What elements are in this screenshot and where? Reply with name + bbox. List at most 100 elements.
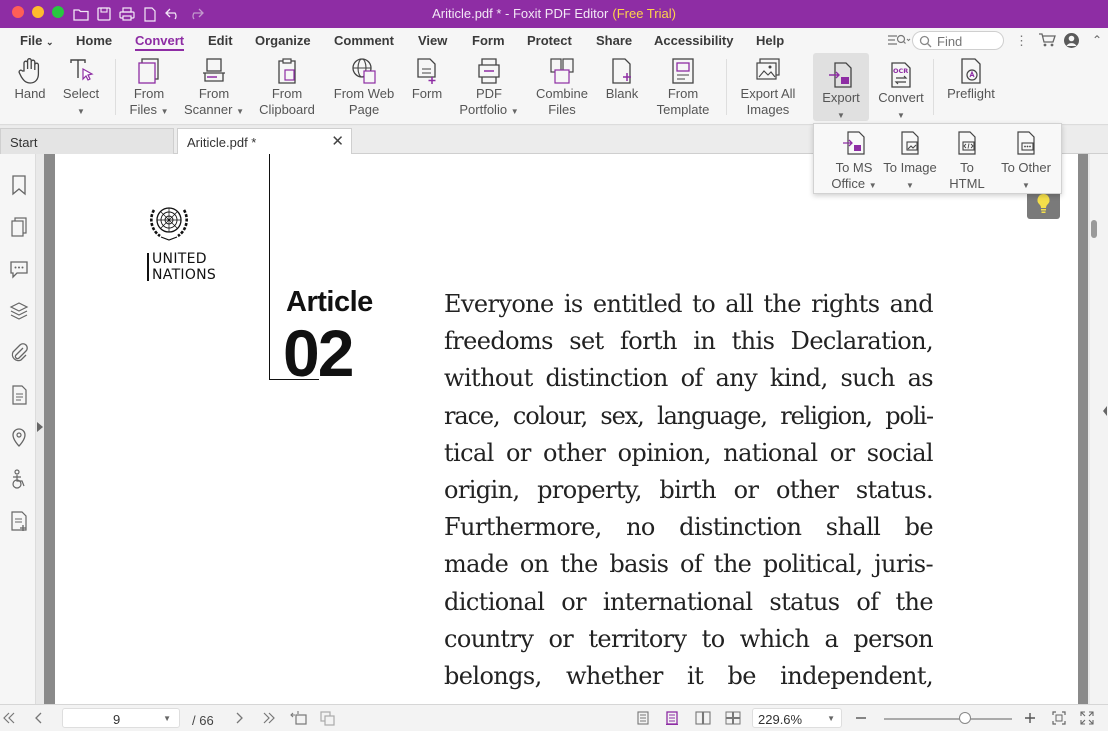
article-divider-vertical [269,154,270,380]
combine-files-button[interactable]: Combine Files [528,53,596,121]
right-panel-toggle-icon[interactable] [1102,405,1108,417]
html-export-icon [955,130,979,156]
close-tab-icon[interactable]: ✕ [331,132,344,150]
body-line: country or territory to which a person [444,624,933,653]
menu-share[interactable]: Share [596,33,632,48]
body-line: tical or other opinion, national or soci… [444,438,933,467]
create-from-template-button[interactable]: From Template [650,53,716,121]
cart-icon[interactable] [1038,32,1056,48]
export-all-images-button[interactable]: Export All Images [734,53,802,121]
preflight-button[interactable]: Preflight [940,53,1002,121]
tab-start[interactable]: Start [0,128,174,154]
create-blank-button[interactable]: Blank [600,53,644,121]
article-label: Article [286,286,373,318]
account-avatar-icon[interactable] [1063,32,1080,49]
title-bar: Ariticle.pdf * - Foxit PDF Editor (Free T… [0,0,1108,28]
body-line: Furthermore, no distinction shall be [444,513,933,542]
un-logo-bar [147,253,149,281]
files-stack-icon [136,57,162,85]
select-tool-button[interactable]: Select ▼ [58,53,104,121]
tab-document[interactable]: Ariticle.pdf * ✕ [177,128,352,154]
zoom-dropdown-caret-icon[interactable]: ▼ [827,714,835,723]
export-button[interactable]: Export ▼ [813,53,869,121]
ribbon-separator [933,59,934,115]
destinations-pin-icon[interactable] [9,426,29,448]
other-export-icon [1014,130,1038,156]
menu-comment[interactable]: Comment [334,33,394,48]
more-options-icon[interactable]: ⋮ [1015,33,1028,49]
page-thumbnails-icon[interactable] [9,216,29,238]
comments-icon[interactable] [9,258,29,280]
previous-page-icon[interactable] [30,710,48,726]
to-image-button[interactable]: To Image ▼ [880,128,940,190]
menu-home[interactable]: Home [76,33,112,48]
previous-view-icon[interactable] [290,710,308,726]
find-field[interactable] [912,31,1004,50]
layers-icon[interactable] [9,300,29,322]
form-fields-icon[interactable] [9,510,29,532]
menu-help[interactable]: Help [756,33,784,48]
create-from-scanner-button[interactable]: From Scanner ▼ [182,53,246,121]
create-from-files-button[interactable]: From Files ▼ [121,53,177,121]
image-export-icon [898,130,922,156]
form-icon [414,57,440,85]
to-other-button[interactable]: To Other ▼ [994,128,1058,190]
menu-form[interactable]: Form [472,33,505,48]
zoom-in-icon[interactable] [1021,710,1039,726]
hand-tool-button[interactable]: Hand [6,53,54,121]
next-page-icon[interactable] [230,710,248,726]
menu-file[interactable]: File ⌄ [20,33,54,48]
attachments-icon[interactable] [9,342,29,364]
page-info-icon[interactable] [9,384,29,406]
create-form-button[interactable]: Form [404,53,450,121]
continuous-page-view-icon[interactable] [663,710,681,726]
search-options-icon[interactable] [887,33,911,47]
free-trial-label: (Free Trial) [612,6,676,21]
zoom-slider-knob[interactable] [958,712,971,724]
fit-page-icon[interactable] [1050,710,1068,726]
bookmark-icon[interactable] [9,174,29,196]
to-html-button[interactable]: To HTML [942,128,992,191]
menu-convert[interactable]: Convert [135,33,185,51]
convert-button[interactable]: OCR Convert ▼ [874,53,928,121]
template-icon [670,57,696,85]
zoom-out-icon[interactable] [852,710,870,726]
menu-organize[interactable]: Organize [255,33,311,48]
collapse-ribbon-icon[interactable]: ⌃ [1092,33,1102,47]
last-page-icon[interactable] [260,710,278,726]
find-search-icon [919,35,932,48]
full-screen-icon[interactable] [1078,710,1096,726]
body-line: Everyone is entitled to all the rights a… [444,290,933,318]
facing-page-view-icon[interactable] [694,710,712,726]
total-pages: / 66 [192,713,214,728]
zoom-level-field[interactable]: 229.6% ▼ [752,708,842,728]
pdf-portfolio-button[interactable]: PDF Portfolio ▼ [458,53,520,121]
zoom-slider[interactable] [884,718,1012,720]
export-icon [828,61,854,89]
scanner-icon [201,57,227,85]
expand-panel-arrow-icon[interactable] [36,420,44,434]
menu-edit[interactable]: Edit [208,33,233,48]
to-ms-office-button[interactable]: To MS Office ▼ [822,128,886,191]
body-line: made on the basis of the political, juri… [444,550,933,579]
accessibility-tags-icon[interactable] [9,468,29,490]
ocr-convert-icon: OCR [888,61,914,89]
next-view-icon[interactable] [319,710,337,726]
page-dropdown-caret-icon[interactable]: ▼ [163,714,171,723]
create-from-web-page-button[interactable]: From Web Page [328,53,400,121]
current-page-field[interactable]: 9 ▼ [62,708,180,728]
select-text-cursor-icon [68,57,94,85]
status-bar: 9 ▼ / 66 229.6% ▼ [0,704,1108,731]
body-line: race, colour, sex, language, religion, p… [444,401,933,430]
menu-view[interactable]: View [418,33,447,48]
find-input[interactable] [937,34,1001,48]
body-line: freedoms set forth in this Declaration, [444,327,933,356]
continuous-facing-view-icon[interactable] [724,710,742,726]
menu-protect[interactable]: Protect [527,33,572,48]
first-page-icon[interactable] [0,710,18,726]
single-page-view-icon[interactable] [634,710,652,726]
article-body-text: Everyone is entitled to all the rights a… [444,286,933,704]
create-from-clipboard-button[interactable]: From Clipboard [254,53,320,121]
menu-accessibility[interactable]: Accessibility [654,33,734,48]
vertical-scrollbar-thumb[interactable] [1091,220,1097,238]
